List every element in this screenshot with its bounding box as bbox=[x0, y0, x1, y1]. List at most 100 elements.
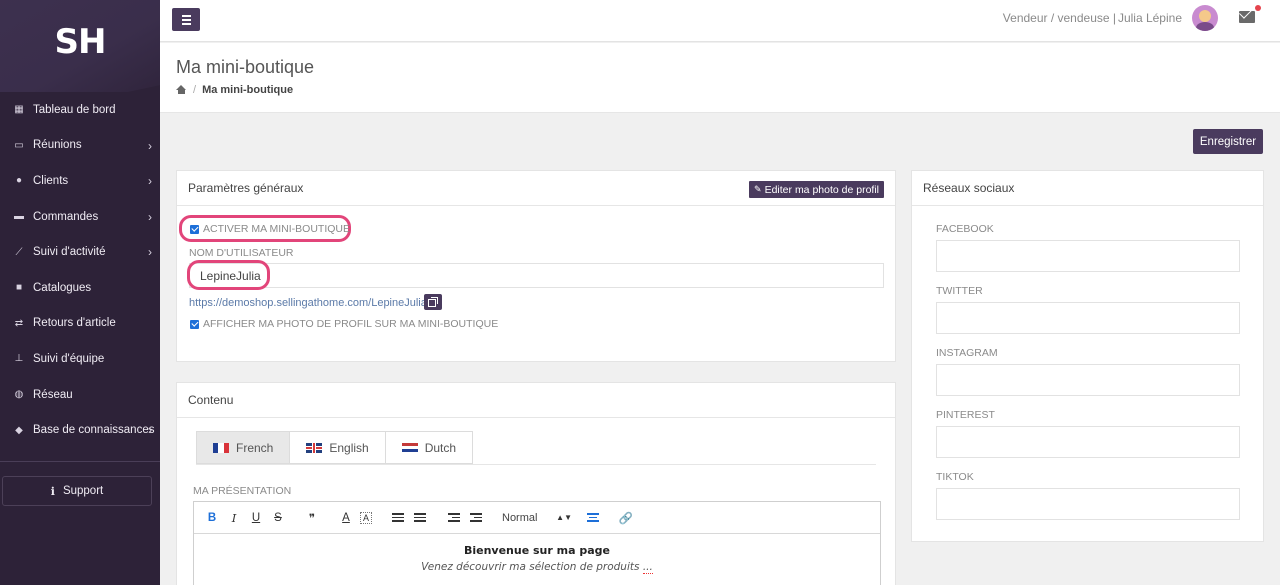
indent-icon bbox=[470, 513, 482, 522]
sidebar-item-orders[interactable]: ▬ Commandes › bbox=[0, 199, 160, 235]
indent-button[interactable] bbox=[468, 510, 484, 526]
sidebar-item-label: Catalogues bbox=[33, 281, 92, 294]
calendar-icon: ▭ bbox=[14, 139, 24, 151]
social-networks-panel: Réseaux sociaux FACEBOOK TWITTER INSTAGR… bbox=[911, 170, 1264, 542]
menu-toggle-button[interactable] bbox=[172, 8, 200, 31]
tiktok-input[interactable] bbox=[936, 488, 1240, 520]
user-name[interactable]: Julia Lépine bbox=[1118, 11, 1182, 25]
format-select-value: Normal bbox=[502, 511, 538, 524]
shop-url-link[interactable]: https://demoshop.sellingathome.com/Lepin… bbox=[189, 297, 427, 309]
facebook-input[interactable] bbox=[936, 240, 1240, 272]
instagram-label: INSTAGRAM bbox=[936, 347, 998, 359]
underline-button[interactable]: U bbox=[248, 510, 264, 526]
rich-text-editor[interactable]: B I U S ❞ A A Normal ▲▼ 🔗 Bienvenue sur … bbox=[193, 501, 881, 585]
ordered-list-button[interactable] bbox=[390, 510, 406, 526]
link-icon[interactable]: 🔗 bbox=[618, 510, 634, 526]
panel-title: Contenu bbox=[177, 383, 895, 418]
sidebar-item-label: Base de connaissances bbox=[33, 424, 155, 437]
instagram-input[interactable] bbox=[936, 364, 1240, 396]
activate-shop-checkbox[interactable]: ACTIVER MA MINI-BOUTIQUE bbox=[190, 223, 350, 235]
sidebar-item-label: Suivi d'activité bbox=[33, 246, 106, 259]
presentation-label: MA PRÉSENTATION bbox=[193, 485, 292, 497]
tab-french[interactable]: French bbox=[196, 431, 291, 464]
username-input[interactable]: LepineJulia bbox=[189, 263, 884, 288]
credit-card-icon: ▬ bbox=[14, 211, 24, 223]
pencil-icon: ✎ bbox=[754, 184, 762, 194]
logo[interactable]: SH bbox=[0, 22, 160, 62]
chevron-right-icon: › bbox=[148, 245, 152, 260]
tab-dutch[interactable]: Dutch bbox=[385, 431, 474, 464]
editor-heading: Bienvenue sur ma page bbox=[463, 544, 610, 557]
sidebar-item-catalogs[interactable]: ■ Catalogues bbox=[0, 270, 160, 306]
sidebar-item-label: Réunions bbox=[33, 139, 82, 152]
chevron-right-icon: › bbox=[148, 209, 152, 224]
flag-netherlands-icon bbox=[401, 442, 418, 453]
sidebar-item-network[interactable]: ◍ Réseau bbox=[0, 377, 160, 413]
checkbox-checked-icon[interactable] bbox=[190, 224, 199, 234]
username-label: NOM D'UTILISATEUR bbox=[189, 247, 294, 259]
content-panel: Contenu French English Dutch MA PRÉSENTA… bbox=[176, 382, 896, 585]
tab-label: English bbox=[329, 440, 369, 455]
editor-subtitle-main: Venez découvrir ma sélection de produits bbox=[421, 561, 640, 573]
sidebar-item-clients[interactable]: ● Clients › bbox=[0, 163, 160, 199]
tab-divider bbox=[196, 464, 876, 465]
sidebar-item-meetings[interactable]: ▭ Réunions › bbox=[0, 128, 160, 164]
envelope-icon[interactable] bbox=[1239, 11, 1255, 23]
user-role: Vendeur / vendeuse | bbox=[1002, 11, 1116, 25]
page-header: Ma mini-boutique / Ma mini-boutique bbox=[160, 43, 1280, 113]
tab-english[interactable]: English bbox=[290, 431, 386, 464]
italic-button[interactable]: I bbox=[226, 510, 242, 526]
sidebar-item-returns[interactable]: ⇄ Retours d'article bbox=[0, 306, 160, 342]
show-photo-checkbox[interactable]: AFFICHER MA PHOTO DE PROFIL SUR MA MINI-… bbox=[190, 318, 498, 330]
background-color-button[interactable]: A bbox=[360, 511, 372, 524]
breadcrumb-current: Ma mini-boutique bbox=[202, 84, 294, 96]
sidebar-nav: ▦ Tableau de bord ▭ Réunions › ● Clients… bbox=[0, 92, 160, 448]
blockquote-button[interactable]: ❞ bbox=[304, 510, 320, 526]
tab-label: Dutch bbox=[424, 440, 457, 455]
notification-dot bbox=[1255, 5, 1261, 11]
support-label: Support bbox=[62, 485, 104, 497]
sidebar-item-activity[interactable]: ⟋ Suivi d'activité › bbox=[0, 234, 160, 270]
show-photo-label: AFFICHER MA PHOTO DE PROFIL SUR MA MINI-… bbox=[203, 318, 499, 330]
sidebar-item-label: Suivi d'équipe bbox=[33, 352, 105, 365]
twitter-input[interactable] bbox=[936, 302, 1240, 334]
bold-button[interactable]: B bbox=[204, 510, 220, 526]
support-button[interactable]: ℹ Support bbox=[2, 476, 152, 506]
outdent-icon bbox=[448, 513, 460, 522]
users-icon: ● bbox=[15, 175, 23, 187]
edit-profile-photo-button[interactable]: ✎ Editer ma photo de profil bbox=[749, 181, 884, 198]
avatar[interactable] bbox=[1192, 5, 1218, 31]
home-icon[interactable] bbox=[176, 85, 187, 95]
sidebar-item-label: Clients bbox=[33, 174, 69, 187]
editor-content[interactable]: Bienvenue sur ma page Venez découvrir ma… bbox=[194, 534, 880, 574]
align-center-icon[interactable] bbox=[586, 513, 600, 522]
select-arrows-icon: ▲▼ bbox=[556, 513, 572, 522]
checkbox-checked-icon[interactable] bbox=[190, 319, 199, 329]
info-icon: ℹ bbox=[50, 485, 55, 498]
ordered-list-icon bbox=[392, 513, 404, 522]
pinterest-input[interactable] bbox=[936, 426, 1240, 458]
language-tabs: French English Dutch bbox=[196, 431, 474, 464]
font-color-button[interactable]: A bbox=[338, 510, 354, 526]
outdent-button[interactable] bbox=[446, 510, 462, 526]
bullet-list-icon bbox=[414, 513, 426, 522]
editor-toolbar: B I U S ❞ A A Normal ▲▼ 🔗 bbox=[194, 502, 880, 534]
sidebar-item-label: Commandes bbox=[33, 210, 99, 223]
copy-icon[interactable] bbox=[424, 294, 442, 310]
tiktok-label: TIKTOK bbox=[936, 471, 974, 483]
format-select[interactable]: Normal ▲▼ bbox=[502, 512, 572, 524]
strikethrough-button[interactable]: S bbox=[270, 510, 286, 526]
graduation-cap-icon: ◆ bbox=[15, 424, 23, 436]
facebook-label: FACEBOOK bbox=[936, 223, 994, 235]
sidebar-item-label: Tableau de bord bbox=[33, 103, 116, 116]
sidebar-item-team[interactable]: ⊥ Suivi d'équipe bbox=[0, 341, 160, 377]
breadcrumb-separator: / bbox=[193, 84, 197, 96]
highlight-username bbox=[187, 260, 270, 290]
breadcrumb: / Ma mini-boutique bbox=[176, 84, 293, 96]
bullet-list-button[interactable] bbox=[412, 510, 428, 526]
line-chart-icon: ⟋ bbox=[15, 246, 23, 258]
hamburger-icon bbox=[181, 14, 191, 17]
save-button[interactable]: Enregistrer bbox=[1193, 129, 1263, 154]
sidebar-item-knowledge[interactable]: ◆ Base de connaissances › bbox=[0, 412, 160, 448]
sidebar-item-dashboard[interactable]: ▦ Tableau de bord bbox=[0, 92, 160, 128]
